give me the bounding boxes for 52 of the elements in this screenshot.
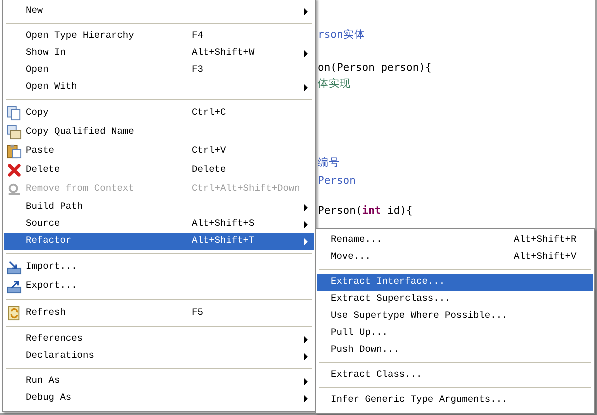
menu-item[interactable]: Open F3 xyxy=(4,62,314,79)
menu-item[interactable]: Refresh F5 xyxy=(4,304,314,323)
menu-item[interactable]: Debug As xyxy=(4,390,314,407)
menu-item[interactable]: Refactor Alt+Shift+T xyxy=(4,233,314,250)
submenu-arrow-icon xyxy=(304,50,308,58)
menu-item[interactable]: Rename... Alt+Shift+R xyxy=(317,232,593,249)
refresh-icon xyxy=(7,306,22,321)
menu-item[interactable]: Run As xyxy=(4,373,314,390)
menu-item[interactable]: References xyxy=(4,331,314,348)
menu-item[interactable]: Build Path xyxy=(4,199,314,216)
delete-icon xyxy=(7,163,22,178)
code-line: 体实现 xyxy=(318,77,352,92)
submenu-arrow-icon xyxy=(304,378,308,386)
submenu-arrow-icon xyxy=(304,352,308,360)
menu-item[interactable]: Open With xyxy=(4,79,314,96)
menu-item[interactable]: Declarations xyxy=(4,348,314,365)
menu-item[interactable]: Open Type Hierarchy F4 xyxy=(4,28,314,45)
menu-item[interactable]: Extract Interface... xyxy=(317,274,593,291)
submenu-arrow-icon xyxy=(304,238,308,246)
menu-item[interactable]: Pull Up... xyxy=(317,325,593,342)
menu-item[interactable]: Paste Ctrl+V xyxy=(4,142,314,161)
menu-item[interactable]: New xyxy=(4,3,314,20)
remove-icon xyxy=(7,182,22,197)
copy-icon xyxy=(7,106,22,121)
menu-item[interactable]: Push Down... xyxy=(317,342,593,359)
code-line: rson实体 xyxy=(318,28,366,43)
menu-item[interactable]: Use Supertype Where Possible... xyxy=(317,308,593,325)
code-line: Person(int id){ xyxy=(318,204,414,219)
menu-item[interactable]: Infer Generic Type Arguments... xyxy=(317,392,593,409)
menu-item[interactable]: Copy Qualified Name xyxy=(4,123,314,142)
menu-item[interactable]: Extract Class... xyxy=(317,367,593,384)
menu-item[interactable]: Source Alt+Shift+S xyxy=(4,216,314,233)
import-icon xyxy=(7,260,22,275)
submenu-arrow-icon xyxy=(304,220,308,228)
submenu-arrow-icon xyxy=(304,204,308,212)
menu-item[interactable]: Move... Alt+Shift+V xyxy=(317,249,593,266)
export-icon xyxy=(7,279,22,294)
code-line: Person xyxy=(318,174,357,189)
submenu-arrow-icon xyxy=(304,394,308,402)
code-line: on(Person person){ xyxy=(318,61,433,76)
menu-item[interactable]: Copy Ctrl+C xyxy=(4,104,314,123)
submenu-arrow-icon xyxy=(304,336,308,344)
menu-item[interactable]: Extract Superclass... xyxy=(317,291,593,308)
submenu-arrow-icon xyxy=(304,84,308,92)
code-line: 编号 xyxy=(318,156,341,171)
paste-icon xyxy=(7,144,22,159)
submenu-arrow-icon xyxy=(304,8,308,16)
menu-item[interactable]: Show In Alt+Shift+W xyxy=(4,45,314,62)
menu-item[interactable]: Import... xyxy=(4,258,314,277)
menu-item[interactable]: Export... xyxy=(4,277,314,296)
copy-icon xyxy=(7,125,22,140)
menu-item[interactable]: Delete Delete xyxy=(4,161,314,180)
